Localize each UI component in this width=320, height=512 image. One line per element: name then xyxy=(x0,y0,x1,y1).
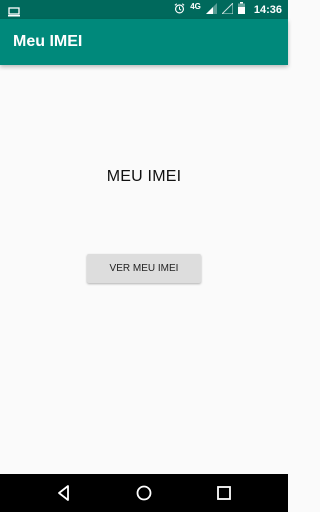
network-type-label: 4G xyxy=(190,2,201,11)
alarm-icon xyxy=(174,2,185,17)
navigation-bar xyxy=(0,474,288,512)
page-heading: MEU IMEI xyxy=(106,168,182,185)
signal-icon xyxy=(220,1,234,17)
home-icon[interactable] xyxy=(135,484,153,502)
app-title: Meu IMEI xyxy=(13,33,83,50)
status-bar: 4G 14:36 xyxy=(0,0,288,19)
signal-icon xyxy=(205,2,217,17)
show-imei-button[interactable]: VER MEU IMEI xyxy=(87,254,201,283)
status-time: 14:36 xyxy=(253,3,282,16)
recents-icon[interactable] xyxy=(215,484,233,502)
status-icons: 4G 14:36 xyxy=(174,0,282,19)
app-bar: Meu IMEI xyxy=(0,19,288,65)
back-icon[interactable] xyxy=(55,484,73,502)
battery-icon xyxy=(237,2,245,17)
